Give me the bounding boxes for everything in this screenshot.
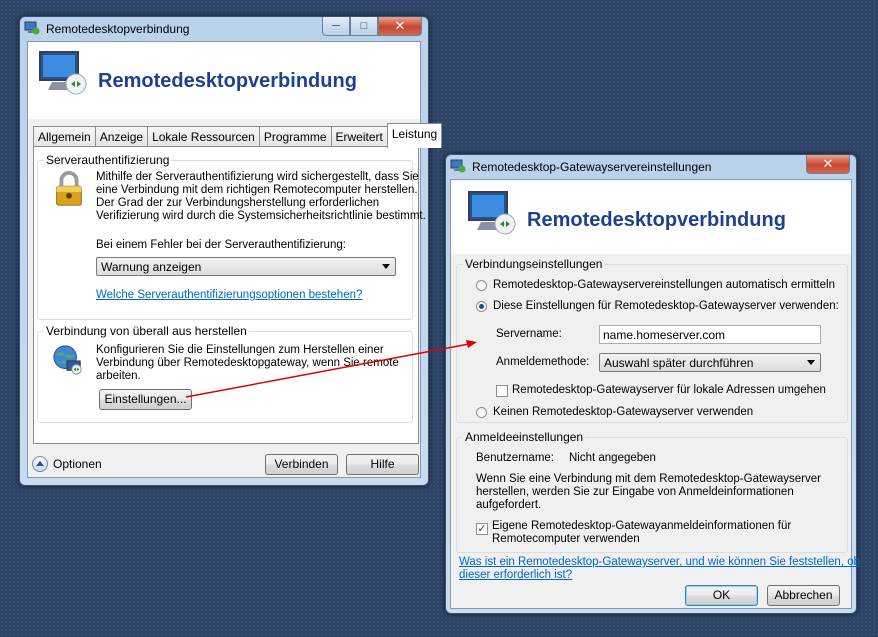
logon-settings-group-title: Anmeldeeinstellungen <box>463 430 586 444</box>
close-icon: ✕ <box>822 156 834 171</box>
tab-programme[interactable]: Programme <box>258 126 332 147</box>
radio-no-gateway-label[interactable]: Keinen Remotedesktop-Gatewayserver verwe… <box>493 406 753 420</box>
server-auth-group: Serverauthentifizierung Mithilfe der Ser… <box>37 153 426 320</box>
tab-panel: Serverauthentifizierung Mithilfe der Ser… <box>33 146 426 444</box>
radio-auto-detect-label[interactable]: Remotedesktop-Gatewayservereinstellungen… <box>493 279 835 293</box>
server-auth-group-title: Serverauthentifizierung <box>44 153 172 167</box>
main-window-title: Remotedesktopverbindung <box>46 22 190 36</box>
server-auth-desc-1: Mithilfe der Serverauthentifizierung wir… <box>96 171 419 183</box>
maximize-button[interactable]: □ <box>350 17 378 36</box>
gateway-settings-dialog: Remotedesktop-Gatewayservereinstellungen… <box>445 154 860 614</box>
server-auth-desc-3: Der Grad der zur Verbindungsherstellung … <box>96 197 380 209</box>
connect-anywhere-desc-2: Verbindung über Remotedesktopgateway, we… <box>96 357 399 369</box>
use-credentials-checkbox[interactable]: ✓ <box>476 523 488 535</box>
use-credentials-label-2[interactable]: Remotecomputer verwenden <box>492 533 640 547</box>
server-auth-error-select-value: Warnung anzeigen <box>101 260 202 274</box>
main-tabs: Allgemein Anzeige Lokale Ressourcen Prog… <box>33 123 443 148</box>
minimize-button[interactable]: ─ <box>322 17 350 36</box>
main-header-band: Remotedesktopverbindung <box>28 42 420 119</box>
cancel-button[interactable]: Abbrechen <box>767 585 840 606</box>
server-auth-error-label: Bei einem Fehler bei der Serverauthentif… <box>96 239 346 251</box>
gateway-client-area: Remotedesktopverbindung Verbindungseinst… <box>450 179 860 609</box>
tab-lokale-ressourcen[interactable]: Lokale Ressourcen <box>147 126 260 147</box>
username-label: Benutzername: <box>476 452 554 464</box>
radio-no-gateway[interactable] <box>476 407 487 418</box>
main-header-title: Remotedesktopverbindung <box>98 70 357 92</box>
rdp-monitor-icon <box>39 51 87 95</box>
radio-use-settings-label[interactable]: Diese Einstellungen für Remotedesktop-Ga… <box>493 300 839 314</box>
gateway-help-link-2[interactable]: dieser erforderlich ist? <box>459 569 572 583</box>
gateway-dialog-title: Remotedesktop-Gatewayservereinstellungen <box>472 160 712 174</box>
globe-computer-icon <box>53 345 82 375</box>
connection-settings-group-title: Verbindungseinstellungen <box>463 257 605 271</box>
chevron-down-icon <box>382 264 390 269</box>
logon-settings-group: Anmeldeeinstellungen Benutzername: Nicht… <box>456 430 848 553</box>
minimize-icon: ─ <box>332 20 340 32</box>
bypass-local-checkbox[interactable] <box>496 385 508 397</box>
gateway-settings-button[interactable]: Einstellungen... <box>99 389 192 410</box>
maximize-icon: □ <box>360 20 368 32</box>
logon-info-2: herstellen, werden Sie zur Eingabe von A… <box>476 486 794 498</box>
radio-auto-detect[interactable] <box>476 280 487 291</box>
connect-button[interactable]: Verbinden <box>265 454 338 475</box>
options-label[interactable]: Optionen <box>53 457 102 472</box>
tab-allgemein[interactable]: Allgemein <box>33 126 96 147</box>
tab-leistung[interactable]: Leistung <box>386 123 443 148</box>
logon-method-select[interactable]: Auswahl später durchführen <box>599 353 821 372</box>
bypass-local-label[interactable]: Remotedesktop-Gatewayserver für lokale A… <box>512 384 826 398</box>
gateway-header-band: Remotedesktopverbindung <box>451 180 851 254</box>
server-name-label: Servername: <box>496 328 562 340</box>
options-expand-icon[interactable] <box>32 456 48 472</box>
logon-method-label: Anmeldemethode: <box>496 356 590 368</box>
server-name-input[interactable]: name.homeserver.com <box>599 325 821 344</box>
tab-erweitert[interactable]: Erweitert <box>330 126 388 147</box>
connect-anywhere-desc-1: Konfigurieren Sie die Einstellungen zum … <box>96 344 384 356</box>
gateway-titlebar[interactable]: Remotedesktop-Gatewayservereinstellungen… <box>446 155 856 179</box>
rdp-main-window: Remotedesktopverbindung ─ □ ✕ Remotedesk… <box>19 16 443 486</box>
server-auth-desc-2: eine Verbindung mit dem richtigen Remote… <box>96 184 418 196</box>
help-button[interactable]: Hilfe <box>346 454 419 475</box>
server-auth-desc-4: Verifizierung wird durch die Systemsiche… <box>96 210 426 222</box>
close-button[interactable]: ✕ <box>378 17 422 36</box>
logon-method-value: Auswahl später durchführen <box>604 356 754 370</box>
logon-info-3: aufgefordert. <box>476 499 542 511</box>
username-value: Nicht angegeben <box>569 452 656 464</box>
gateway-close-button[interactable]: ✕ <box>806 155 850 174</box>
lock-icon <box>56 171 82 206</box>
gateway-help-link-1[interactable]: Was ist ein Remotedesktop-Gatewayserver,… <box>459 556 860 570</box>
gateway-header-title: Remotedesktopverbindung <box>527 209 786 231</box>
ok-button[interactable]: OK <box>685 585 758 606</box>
connect-anywhere-group-title: Verbindung von überall aus herstellen <box>44 324 249 338</box>
connect-anywhere-group: Verbindung von überall aus herstellen Ko… <box>37 324 413 423</box>
main-titlebar[interactable]: Remotedesktopverbindung ─ □ ✕ <box>20 17 428 41</box>
close-icon: ✕ <box>394 18 406 33</box>
main-client-area: Remotedesktopverbindung Allgemein Anzeig… <box>27 41 443 478</box>
rdp-monitor-icon <box>468 191 516 235</box>
logon-info-1: Wenn Sie eine Verbindung mit dem Remoted… <box>476 473 821 485</box>
connect-anywhere-desc-3: arbeiten. <box>96 370 141 382</box>
chevron-down-icon <box>807 360 815 365</box>
connection-settings-group: Verbindungseinstellungen Remotedesktop-G… <box>456 257 848 423</box>
server-auth-error-select[interactable]: Warnung anzeigen <box>96 257 396 276</box>
tab-anzeige[interactable]: Anzeige <box>94 126 149 147</box>
rdp-app-icon <box>24 21 40 35</box>
server-auth-options-link[interactable]: Welche Serverauthentifizierungsoptionen … <box>96 289 362 303</box>
use-credentials-label-1[interactable]: Eigene Remotedesktop-Gatewayanmeldeinfor… <box>492 520 791 534</box>
rdp-app-icon <box>450 159 466 173</box>
radio-use-settings[interactable] <box>476 301 487 312</box>
